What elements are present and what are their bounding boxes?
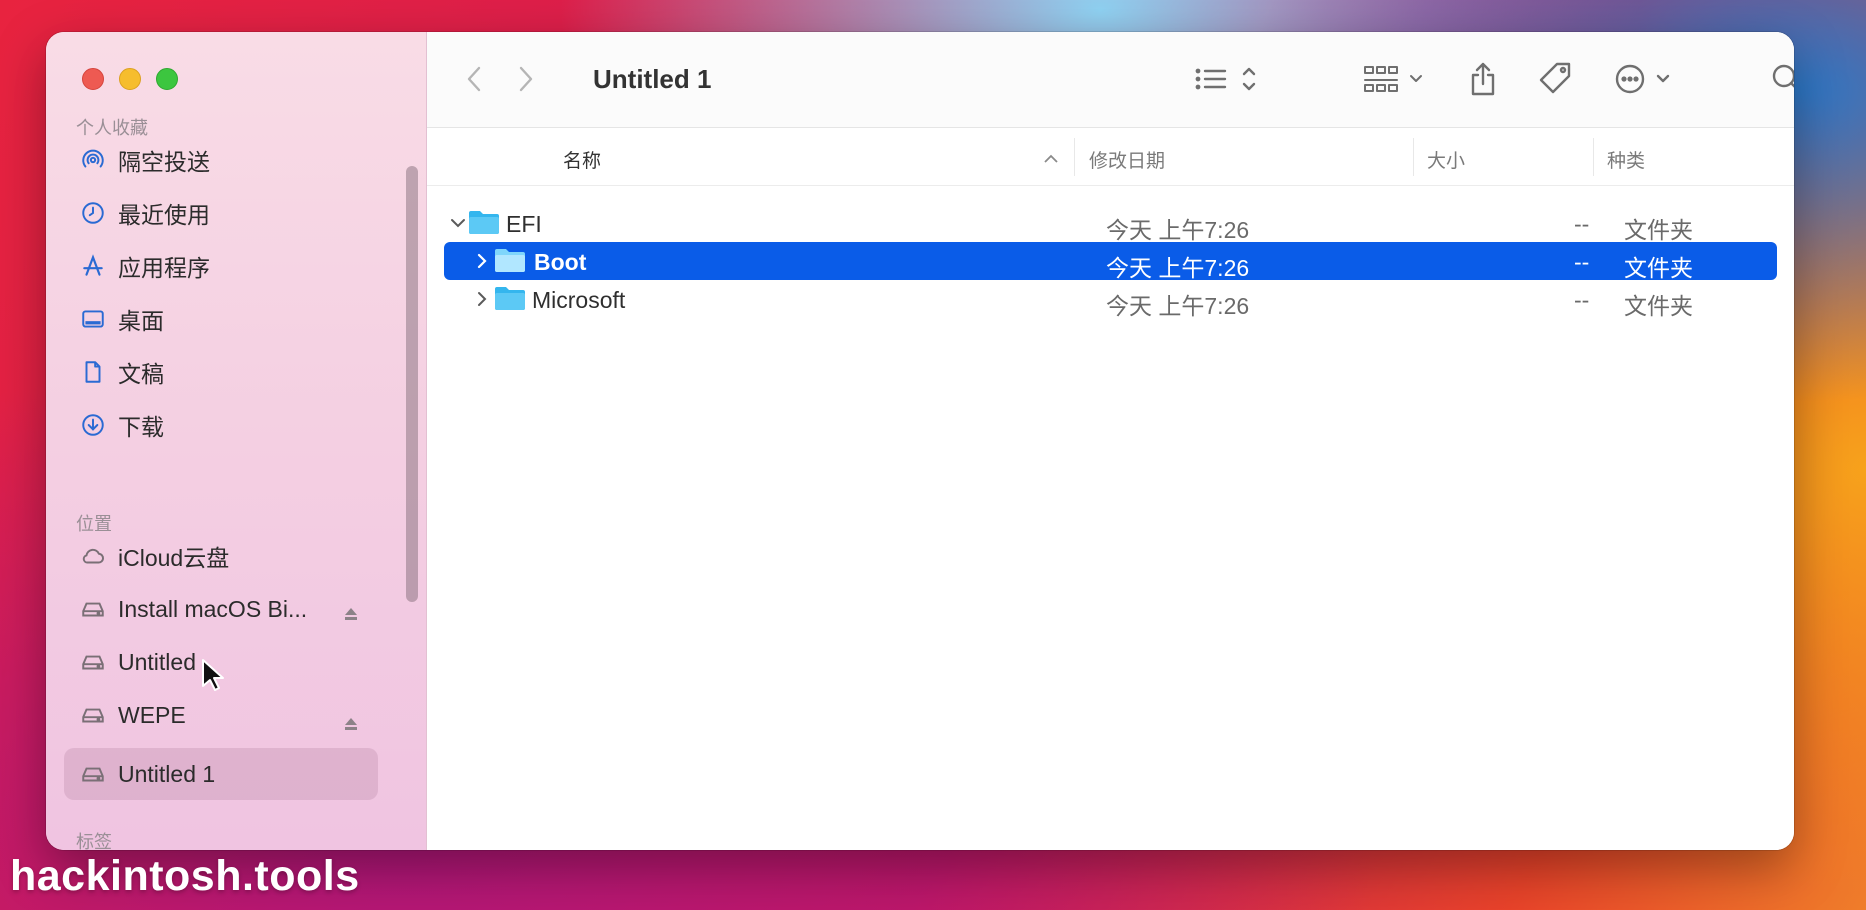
table-row[interactable]: Boot 今天 上午7:26 -- 文件夹 [444, 242, 1777, 281]
row-modified: 今天 上午7:26 [1106, 217, 1250, 243]
column-headers: 名称 修改日期 大小 种类 [427, 128, 1794, 186]
folder-icon [495, 249, 525, 272]
grid-group-icon [1364, 66, 1422, 92]
sort-ascending-icon [1044, 154, 1058, 163]
sidebar-item-label: 下载 [118, 414, 164, 440]
back-button[interactable] [457, 54, 493, 104]
tag-icon [1539, 62, 1571, 94]
watermark: hackintosh.tools [10, 852, 360, 900]
row-name: EFI [506, 211, 542, 237]
chevron-left-icon [467, 66, 481, 92]
row-kind: 文件夹 [1624, 255, 1693, 281]
share-button[interactable] [1463, 54, 1503, 104]
sidebar-item-label: 应用程序 [118, 255, 210, 281]
sidebar-item-icloud[interactable]: iCloud云盘 [64, 530, 378, 582]
folder-icon [495, 287, 525, 310]
forward-button[interactable] [507, 54, 543, 104]
share-icon [1471, 62, 1495, 96]
column-header-size[interactable]: 大小 [1427, 146, 1465, 173]
row-size: -- [1574, 249, 1590, 275]
column-divider[interactable] [1593, 138, 1594, 176]
chevron-right-icon [519, 66, 533, 92]
table-row[interactable]: Microsoft 今天 上午7:26 -- 文件夹 [444, 280, 1777, 319]
desktop-icon [78, 304, 108, 334]
row-size: -- [1574, 211, 1590, 237]
drive-icon [78, 759, 108, 789]
sidebar-scrollbar[interactable] [406, 166, 418, 602]
row-kind: 文件夹 [1624, 293, 1693, 319]
row-name: Boot [534, 249, 587, 275]
list-view-icon [1195, 67, 1256, 91]
sidebar-item-downloads[interactable]: 下载 [64, 399, 378, 451]
disclosure-collapsed-icon[interactable] [472, 251, 492, 271]
window-title: Untitled 1 [593, 64, 712, 94]
minimize-button[interactable] [119, 68, 141, 90]
close-button[interactable] [82, 68, 104, 90]
drive-icon [78, 647, 108, 677]
sidebar-item-label: WEPE [118, 701, 186, 728]
table-row[interactable]: EFI 今天 上午7:26 -- 文件夹 [444, 204, 1777, 243]
sidebar-item-label: 最近使用 [118, 202, 210, 228]
search-icon [1772, 64, 1794, 88]
column-divider[interactable] [1074, 138, 1075, 176]
row-kind: 文件夹 [1624, 217, 1693, 243]
finder-window: 个人收藏 隔空投送 最近使用 应用程序 桌面 文稿 下载 位置 iCloud云盘… [46, 32, 1794, 850]
row-size: -- [1574, 287, 1590, 313]
column-header-kind[interactable]: 种类 [1607, 146, 1645, 173]
sidebar-item-label: Install macOS Bi... [118, 595, 308, 622]
airdrop-icon [78, 145, 108, 175]
disclosure-expanded-icon[interactable] [448, 213, 468, 233]
drive-icon [78, 594, 108, 624]
search-button[interactable] [1767, 54, 1794, 104]
column-header-name[interactable]: 名称 [563, 146, 601, 173]
sidebar-item-label: iCloud云盘 [118, 545, 230, 571]
sidebar-item-applications[interactable]: 应用程序 [64, 240, 378, 292]
clock-icon [78, 198, 108, 228]
tag-button[interactable] [1535, 54, 1577, 104]
sidebar: 个人收藏 隔空投送 最近使用 应用程序 桌面 文稿 下载 位置 iCloud云盘… [46, 32, 427, 850]
cloud-icon [78, 541, 108, 571]
sidebar-item-documents[interactable]: 文稿 [64, 346, 378, 398]
document-icon [78, 357, 108, 387]
main-pane: Untitled 1 名称 修改日期 大小 种类 EFI 今天 上午7:26 -… [427, 32, 1794, 850]
tags-header: 标签 [76, 832, 112, 850]
row-modified: 今天 上午7:26 [1106, 255, 1250, 281]
window-controls [82, 68, 178, 90]
row-name: Microsoft [532, 287, 626, 313]
drive-icon [78, 700, 108, 730]
mouse-pointer-icon [202, 659, 224, 691]
sidebar-item-untitled-1[interactable]: Untitled 1 [64, 748, 378, 800]
sidebar-item-label: 桌面 [118, 308, 164, 334]
sidebar-item-install-macos[interactable]: Install macOS Bi... [64, 583, 378, 635]
zoom-button[interactable] [156, 68, 178, 90]
disclosure-collapsed-icon[interactable] [472, 289, 492, 309]
view-options-button[interactable] [1189, 54, 1265, 104]
column-header-modified[interactable]: 修改日期 [1089, 146, 1165, 173]
sidebar-item-airdrop[interactable]: 隔空投送 [64, 134, 378, 186]
group-button[interactable] [1361, 54, 1433, 104]
more-actions-button[interactable] [1613, 54, 1683, 104]
applications-icon [78, 251, 108, 281]
ellipsis-circle-icon [1615, 64, 1670, 94]
sidebar-item-label: Untitled 1 [118, 760, 216, 787]
download-icon [78, 410, 108, 440]
eject-icon[interactable] [342, 715, 360, 733]
folder-icon [469, 211, 499, 234]
sidebar-item-wepe[interactable]: WEPE [64, 689, 378, 741]
eject-icon[interactable] [342, 605, 360, 623]
column-divider[interactable] [1413, 138, 1414, 176]
toolbar: Untitled 1 [427, 32, 1794, 128]
sidebar-item-label: 隔空投送 [118, 149, 210, 175]
sidebar-item-recents[interactable]: 最近使用 [64, 187, 378, 239]
sidebar-item-label: 文稿 [118, 361, 164, 387]
sidebar-item-label: Untitled [118, 648, 196, 675]
row-modified: 今天 上午7:26 [1106, 293, 1250, 319]
sidebar-item-desktop[interactable]: 桌面 [64, 293, 378, 345]
